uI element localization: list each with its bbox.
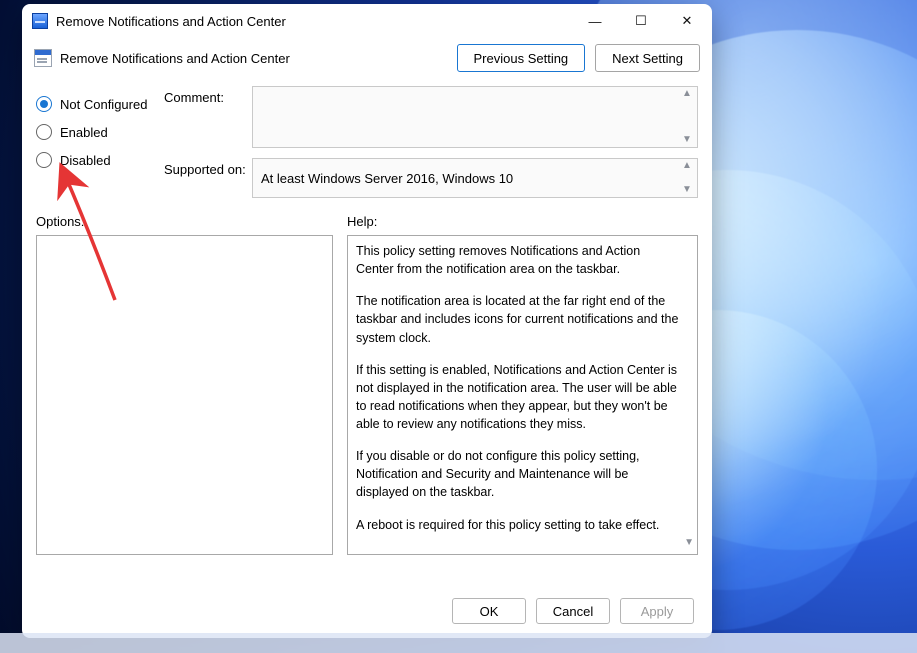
- comment-scroll[interactable]: ▲ ▼: [679, 89, 695, 145]
- scroll-down-icon: ▼: [679, 185, 695, 195]
- close-button[interactable]: ✕: [664, 6, 710, 36]
- policy-template-icon: [34, 49, 52, 67]
- radio-label: Disabled: [60, 153, 111, 168]
- minimize-icon: —: [589, 14, 602, 29]
- window-title: Remove Notifications and Action Center: [56, 14, 286, 29]
- supported-on-label: Supported on:: [164, 158, 252, 177]
- help-paragraph: The notification area is located at the …: [356, 292, 679, 346]
- help-paragraph: This policy setting removes Notification…: [356, 242, 679, 278]
- scroll-down-icon: ▼: [679, 135, 695, 145]
- taskbar[interactable]: [0, 633, 917, 653]
- supported-scroll[interactable]: ▲ ▼: [679, 161, 695, 195]
- comment-textarea[interactable]: ▲ ▼: [252, 86, 698, 148]
- supported-on-field: At least Windows Server 2016, Windows 10…: [252, 158, 698, 198]
- comment-label: Comment:: [164, 86, 252, 105]
- scroll-up-icon: ▲: [679, 161, 695, 171]
- scroll-down-icon[interactable]: ▼: [684, 536, 694, 551]
- state-radio-group: Not Configured Enabled Disabled: [36, 86, 156, 198]
- radio-enabled[interactable]: Enabled: [36, 118, 156, 146]
- next-setting-button[interactable]: Next Setting: [595, 44, 700, 72]
- help-paragraph: If you disable or do not configure this …: [356, 447, 679, 501]
- radio-indicator: [36, 96, 52, 112]
- header-row: Remove Notifications and Action Center P…: [22, 38, 712, 82]
- radio-indicator: [36, 152, 52, 168]
- maximize-button[interactable]: ☐: [618, 6, 664, 36]
- scroll-up-icon: ▲: [679, 89, 695, 99]
- minimize-button[interactable]: —: [572, 6, 618, 36]
- help-label: Help:: [347, 214, 377, 229]
- close-icon: ✕: [682, 13, 693, 29]
- radio-label: Not Configured: [60, 97, 147, 112]
- options-label: Options:: [36, 214, 333, 229]
- policy-dialog-window: Remove Notifications and Action Center —…: [22, 4, 712, 638]
- apply-button[interactable]: Apply: [620, 598, 694, 624]
- policy-header-title: Remove Notifications and Action Center: [60, 51, 447, 66]
- title-bar[interactable]: Remove Notifications and Action Center —…: [22, 4, 712, 38]
- dialog-footer: OK Cancel Apply: [22, 586, 712, 638]
- ok-button[interactable]: OK: [452, 598, 526, 624]
- options-pane: [36, 235, 333, 555]
- help-paragraph: If this setting is enabled, Notification…: [356, 361, 679, 434]
- help-pane[interactable]: This policy setting removes Notification…: [347, 235, 698, 555]
- previous-setting-button[interactable]: Previous Setting: [457, 44, 586, 72]
- maximize-icon: ☐: [635, 13, 647, 29]
- radio-not-configured[interactable]: Not Configured: [36, 90, 156, 118]
- policy-object-icon: [32, 13, 48, 29]
- radio-indicator: [36, 124, 52, 140]
- cancel-button[interactable]: Cancel: [536, 598, 610, 624]
- radio-label: Enabled: [60, 125, 108, 140]
- help-paragraph: A reboot is required for this policy set…: [356, 516, 679, 534]
- desktop-background: Remove Notifications and Action Center —…: [0, 0, 917, 653]
- supported-on-value: At least Windows Server 2016, Windows 10: [261, 171, 513, 186]
- radio-disabled[interactable]: Disabled: [36, 146, 156, 174]
